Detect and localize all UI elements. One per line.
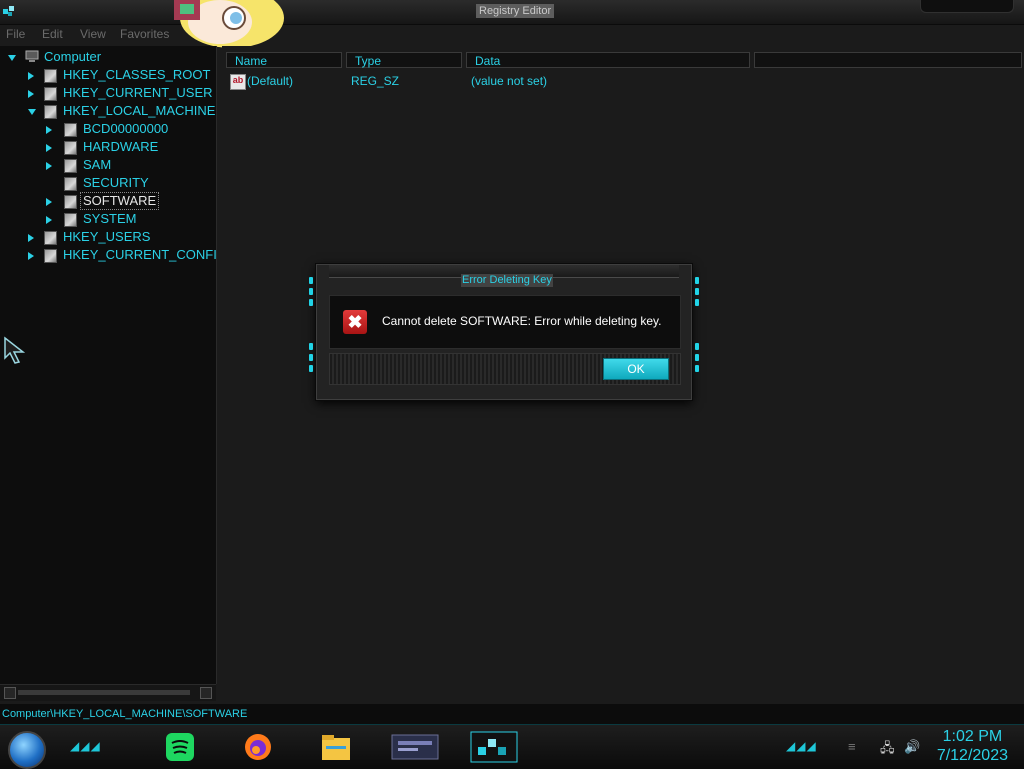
tree-item-computer[interactable]: Computer [8,48,208,66]
folder-icon [44,105,57,119]
tree-item-software[interactable]: SOFTWARE [46,192,216,210]
scroll-left-icon[interactable] [4,687,16,699]
collapsed-arrow-icon[interactable] [28,90,34,98]
dialog-light-strip-right [695,277,699,317]
status-bar: Computer\HKEY_LOCAL_MACHINE\SOFTWARE [0,704,1024,724]
folder-icon [64,141,77,155]
volume-icon[interactable]: 🔊 [904,739,920,755]
tree-item-label: HKEY_CLASSES_ROOT [63,67,211,82]
tree-item-label: HKEY_CURRENT_CONFI [63,247,216,262]
computer-icon [25,50,39,62]
tree-item-label: HKEY_USERS [63,229,151,244]
taskbar: ◢◢◢ ◢◢◢ ≡ 🖧 🔊 1:02 PM 7/12/2023 [0,724,1024,769]
dialog-message-area: ✖ Cannot delete SOFTWARE: Error while de… [329,295,681,349]
scroll-right-icon[interactable] [200,687,212,699]
collapsed-arrow-icon[interactable] [28,72,34,80]
folder-icon [44,87,57,101]
collapsed-arrow-icon[interactable] [46,144,52,152]
clock-date: 7/12/2023 [936,747,1008,764]
tree-item-hku[interactable]: HKEY_USERS [28,228,216,246]
tree-item-label: HKEY_LOCAL_MACHINE [63,103,216,118]
collapsed-arrow-icon[interactable] [46,126,52,134]
clock-time: 1:02 PM [942,728,1003,745]
value-data: (value not set) [471,74,548,88]
collapsed-arrow-icon[interactable] [46,198,52,206]
error-icon: ✖ [343,310,367,334]
network-icon[interactable]: 🖧 [880,739,895,761]
string-value-icon: ab [230,74,246,90]
menu-edit[interactable]: Edit [42,27,63,41]
start-button[interactable] [8,731,46,769]
folder-icon [64,195,77,209]
tree-item-label: HARDWARE [83,139,159,154]
tree-item-hkcr[interactable]: HKEY_CLASSES_ROOT [28,66,216,84]
window-controls[interactable] [920,0,1014,13]
tree-item-label: SOFTWARE [80,192,160,210]
collapsed-arrow-icon[interactable] [46,162,52,170]
tree-item-bcd[interactable]: BCD00000000 [46,120,216,138]
tree-item-label: SYSTEM [83,211,137,226]
window-title: Registry Editor [476,4,555,18]
folder-icon [44,249,57,263]
dialog-title: Error Deleting Key [461,274,553,287]
ok-button[interactable]: OK [603,358,669,380]
tree-item-hkcc[interactable]: HKEY_CURRENT_CONFI [28,246,216,264]
clock[interactable]: 1:02 PM 7/12/2023 [937,727,1008,765]
tree-item-sam[interactable]: SAM [46,156,216,174]
taskbar-decoration-icon: ◢◢◢ [786,739,817,753]
file-explorer-icon[interactable] [318,729,354,765]
taskbar-app-icon[interactable] [390,729,440,765]
folder-icon [64,177,77,191]
tree-item-label: SECURITY [83,175,149,190]
folder-icon [64,123,77,137]
collapsed-arrow-icon[interactable] [46,216,52,224]
expanded-arrow-icon[interactable] [28,109,36,115]
registry-tree: Computer HKEY_CLASSES_ROOT HKEY_CURRENT_… [0,46,217,684]
menu-file[interactable]: File [6,27,25,41]
collapsed-arrow-icon[interactable] [28,234,34,242]
taskbar-decoration-icon: ◢◢◢ [70,739,101,753]
column-header-type[interactable]: Type [346,52,462,68]
firefox-icon[interactable] [240,729,276,765]
cursor-icon [4,336,25,364]
tree-item-label: BCD00000000 [83,121,169,136]
registry-editor-taskbar-icon[interactable] [470,729,518,765]
expanded-arrow-icon[interactable] [8,55,16,61]
value-name: (Default) [247,74,294,88]
tree-item-hardware[interactable]: HARDWARE [46,138,216,156]
folder-icon [64,213,77,227]
column-header-empty[interactable] [754,52,1022,68]
folder-icon [64,159,77,173]
spotify-icon[interactable] [162,729,198,765]
menu-view[interactable]: View [80,27,106,41]
tree-item-hklm[interactable]: HKEY_LOCAL_MACHINE [28,102,216,120]
registry-editor-icon [3,6,14,16]
dialog-light-strip-left [309,277,313,317]
collapsed-arrow-icon[interactable] [28,252,34,260]
column-header-data[interactable]: Data [466,52,750,68]
folder-icon [44,231,57,245]
value-type: REG_SZ [351,74,400,88]
show-hidden-icons-icon[interactable]: ≡ [848,739,856,754]
folder-icon [44,69,57,83]
title-bar: Registry Editor [0,0,1024,25]
tree-item-system[interactable]: SYSTEM [46,210,216,228]
tree-item-hkcu[interactable]: HKEY_CURRENT_USER [28,84,216,102]
dialog-light-strip-left-bottom [309,343,313,383]
tree-item-label: Computer [44,49,102,64]
dialog-light-strip-right-bottom [695,343,699,383]
scroll-thumb[interactable] [18,690,190,695]
error-dialog: Error Deleting Key ✖ Cannot delete SOFTW… [309,264,699,400]
tree-item-label: SAM [83,157,112,172]
mascot-decoration [174,0,284,48]
column-header-name[interactable]: Name [226,52,342,68]
tree-horizontal-scrollbar[interactable] [0,684,216,701]
tree-item-label: HKEY_CURRENT_USER [63,85,213,100]
tree-item-security[interactable]: SECURITY [46,174,216,192]
dialog-message: Cannot delete SOFTWARE: Error while dele… [382,314,662,328]
status-path: Computer\HKEY_LOCAL_MACHINE\SOFTWARE [2,708,248,720]
